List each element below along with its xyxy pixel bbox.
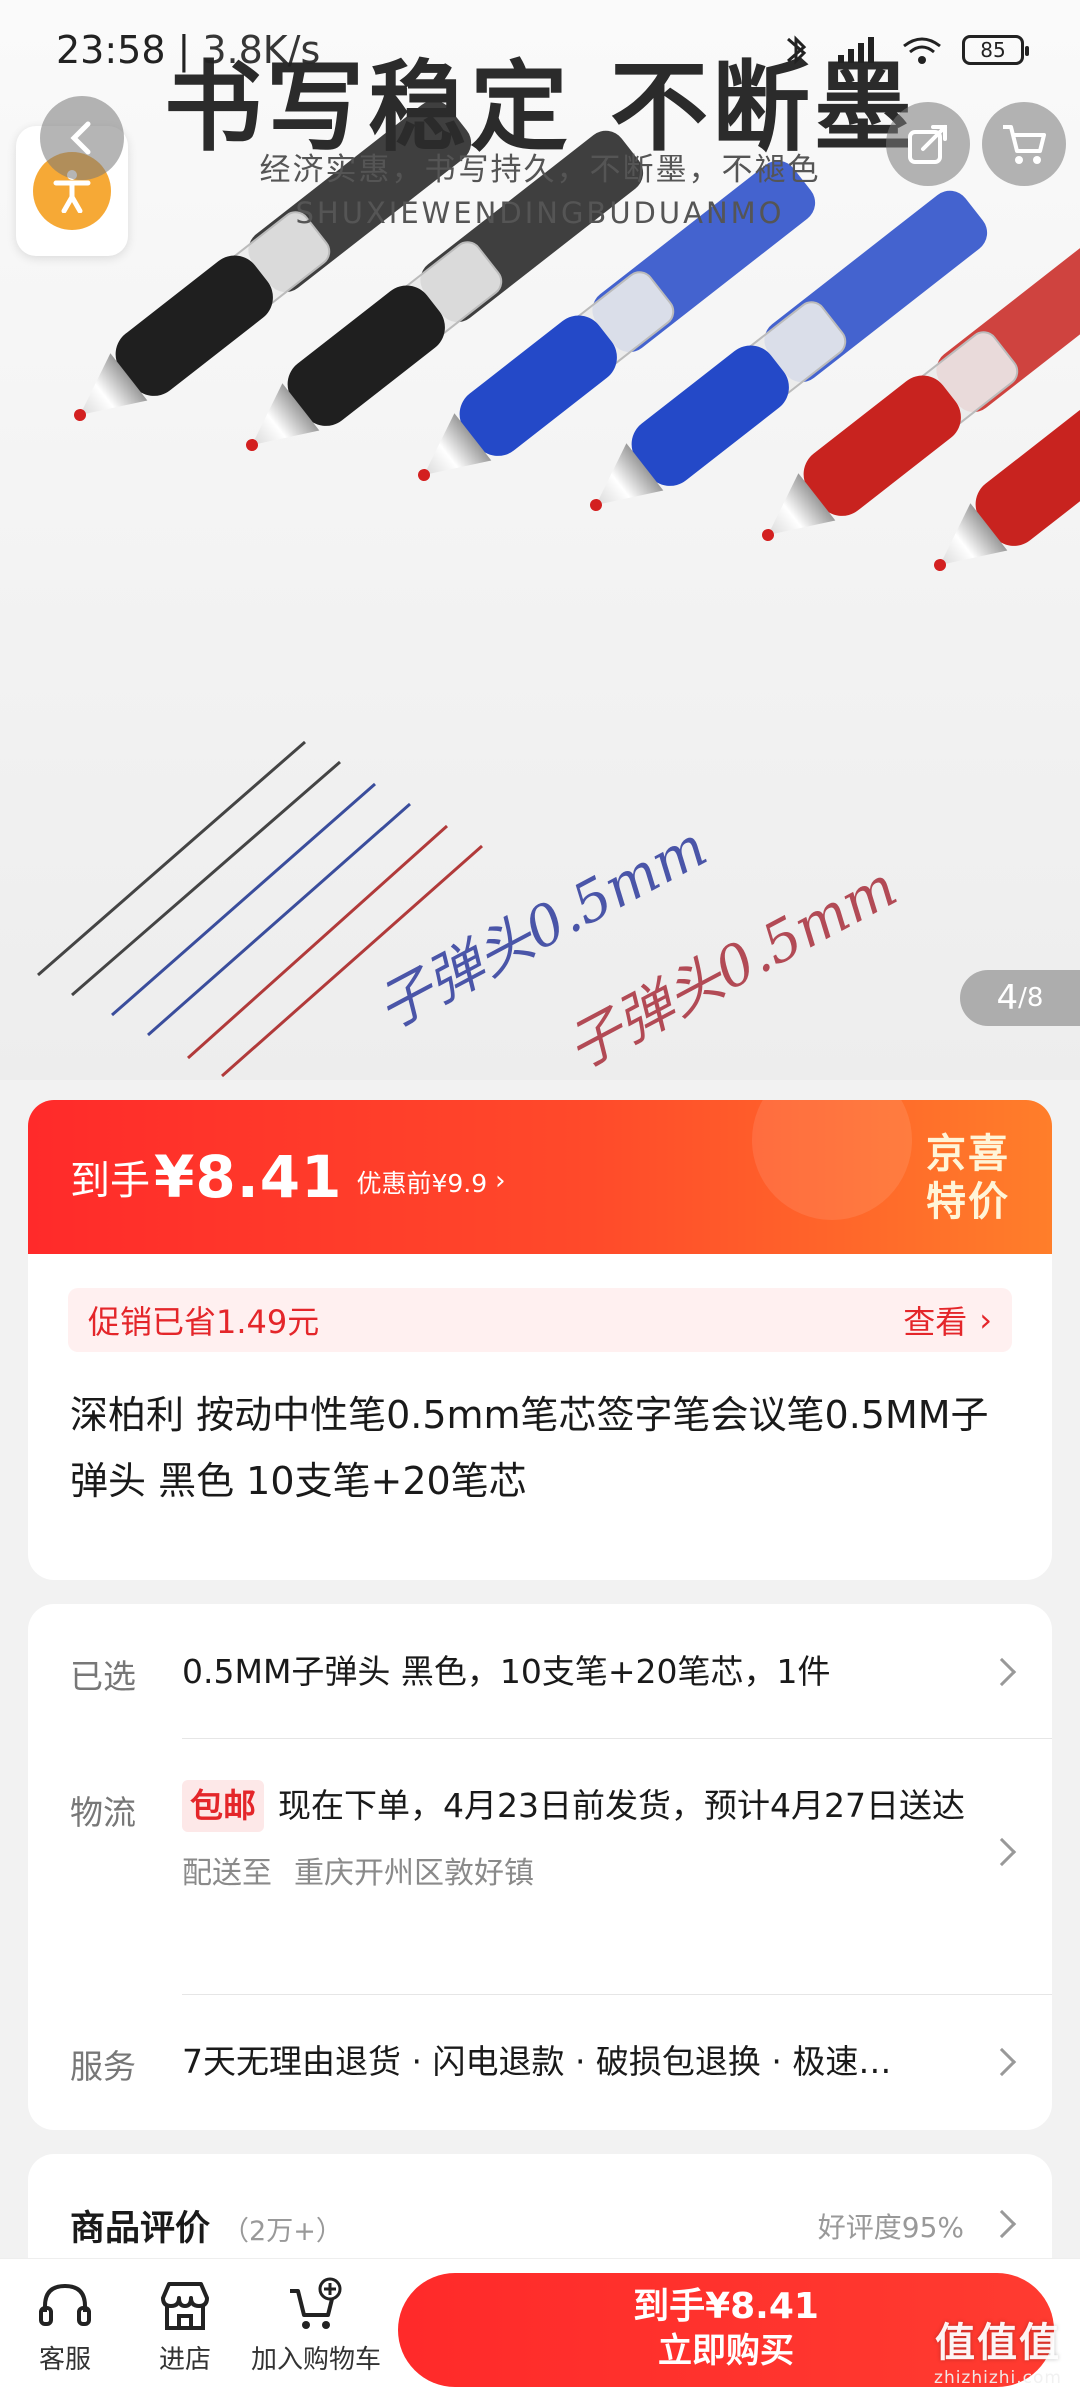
shop-button[interactable]: 进店: [150, 2273, 220, 2376]
reviews-title: 商品评价 （2万+）: [70, 2200, 343, 2251]
promo-row[interactable]: 促销已省1.49元 查看 ›: [68, 1288, 1012, 1352]
back-icon: [70, 121, 91, 155]
chevron-right-icon: ›: [979, 1301, 992, 1339]
refill-line-blue-1: [111, 782, 376, 1017]
chevron-right-icon: [987, 1837, 1017, 1867]
hero-pinyin: SHUXIEWENDINGBUDUANMO: [295, 196, 785, 230]
service-value: 7天无理由退货 · 闪电退款 · 破损包退换 · 极速…: [182, 2042, 892, 2081]
badge-line-1: 京喜: [926, 1131, 1010, 1177]
refill-line-blue-2: [147, 802, 411, 1037]
network-speed: 3.8K/s: [202, 28, 321, 72]
price-banner: 到手 ¥8.41 优惠前¥9.9 › 京喜 特价: [28, 1100, 1052, 1254]
promo-view-link[interactable]: 查看: [903, 1297, 967, 1343]
battery-icon: 85: [962, 35, 1029, 65]
divider: [182, 1738, 1052, 1739]
shipping-row[interactable]: 物流 包邮 现在下单，4月23日前发货，预计4月27日送达 配送至 重庆开州区敦好镇: [28, 1740, 1052, 1960]
shipping-info: 包邮 现在下单，4月23日前发货，预计4月27日送达 配送至 重庆开州区敦好镇: [182, 1780, 968, 1900]
status-bar: 23:58 | 3.8K/s 85: [0, 0, 1080, 100]
divider: [182, 1994, 1052, 1995]
badge-line-2: 特价: [926, 1179, 1010, 1225]
watermark-url: zhizhizhi.com: [934, 2368, 1062, 2388]
options-card: 已选 0.5MM子弹头 黑色，10支笔+20笔芯，1件 物流 包邮 现在下单，4月…: [28, 1604, 1052, 2130]
add-to-cart-button[interactable]: 加入购物车: [246, 2273, 386, 2376]
promo-text: 促销已省1.49元: [88, 1303, 320, 1341]
watermark: 值值值 zhizhizhi.com: [934, 2310, 1062, 2388]
share-icon: [908, 125, 947, 164]
refill-line-black-2: [71, 760, 341, 997]
back-button[interactable]: [40, 96, 124, 180]
chevron-right-icon: [987, 2047, 1017, 2077]
price-before-discount[interactable]: 优惠前¥9.9: [356, 1164, 487, 1200]
bottom-action-bar: 客服 进店 加入购物车 到手¥8.41 立即购买 值值值 zhizhizhi.c…: [0, 2258, 1080, 2400]
service-key: 服务: [70, 2047, 136, 2086]
selected-value: 0.5MM子弹头 黑色，10支笔+20笔芯，1件: [182, 1652, 831, 1691]
deliver-to-address: 重庆开州区敦好镇: [294, 1856, 534, 1891]
status-separator: |: [177, 28, 191, 72]
store-icon: [161, 2282, 209, 2330]
cart-icon: [1003, 125, 1046, 164]
product-title: 深柏利 按动中性笔0.5mm笔芯签字笔会议笔0.5MM子弹头 黑色 10支笔+2…: [70, 1393, 989, 1503]
price-label: 到手: [70, 1158, 150, 1204]
chevron-right-icon: ›: [495, 1166, 506, 1196]
deliver-to[interactable]: 配送至 重庆开州区敦好镇: [182, 1848, 968, 1900]
service-row[interactable]: 服务 7天无理由退货 · 闪电退款 · 破损包退换 · 极速…: [28, 1996, 1052, 2126]
positive-rate: 好评度95%: [817, 2211, 964, 2244]
refill-line-black-1: [37, 740, 306, 977]
shipping-key: 物流: [70, 1793, 136, 1832]
shop-label: 进店: [158, 2345, 211, 2375]
jingxi-badge: 京喜 特价: [926, 1130, 1010, 1226]
battery-level: 85: [980, 38, 1006, 62]
selected-spec-row[interactable]: 已选 0.5MM子弹头 黑色，10支笔+20笔芯，1件: [28, 1604, 1052, 1740]
selected-key: 已选: [70, 1657, 136, 1696]
add-to-cart-label: 加入购物车: [250, 2345, 381, 2375]
bluetooth-icon: [787, 35, 807, 65]
share-button[interactable]: [886, 102, 970, 186]
status-icons: 85: [776, 34, 1029, 66]
reviews-count: （2万+）: [222, 2216, 343, 2247]
deliver-to-label: 配送至: [182, 1856, 272, 1891]
cart-button[interactable]: [982, 102, 1066, 186]
chevron-right-icon: [987, 2209, 1017, 2239]
free-shipping-tag: 包邮: [182, 1780, 264, 1832]
status-time: 23:58: [56, 28, 166, 72]
add-cart-icon: [290, 2277, 342, 2329]
chevron-right-icon: [987, 1657, 1017, 1687]
reviews-title-text: 商品评价: [70, 2209, 211, 2249]
wifi-icon: [903, 37, 941, 64]
customer-service-button[interactable]: 客服: [30, 2273, 100, 2376]
image-index: 4: [996, 978, 1019, 1018]
image-total: /8: [1018, 983, 1044, 1013]
shipping-value: 现在下单，4月23日前发货，预计4月27日送达: [278, 1786, 965, 1825]
headset-icon: [39, 2283, 91, 2326]
customer-service-label: 客服: [38, 2345, 91, 2375]
watermark-logo: 值值值: [935, 2320, 1061, 2366]
price-value: ¥8.41: [154, 1143, 343, 1211]
signal-icon: [838, 37, 874, 63]
price-card: 到手 ¥8.41 优惠前¥9.9 › 京喜 特价 促销已省1.49元 查看 › …: [28, 1100, 1052, 1580]
image-counter: 4/8: [960, 970, 1080, 1026]
